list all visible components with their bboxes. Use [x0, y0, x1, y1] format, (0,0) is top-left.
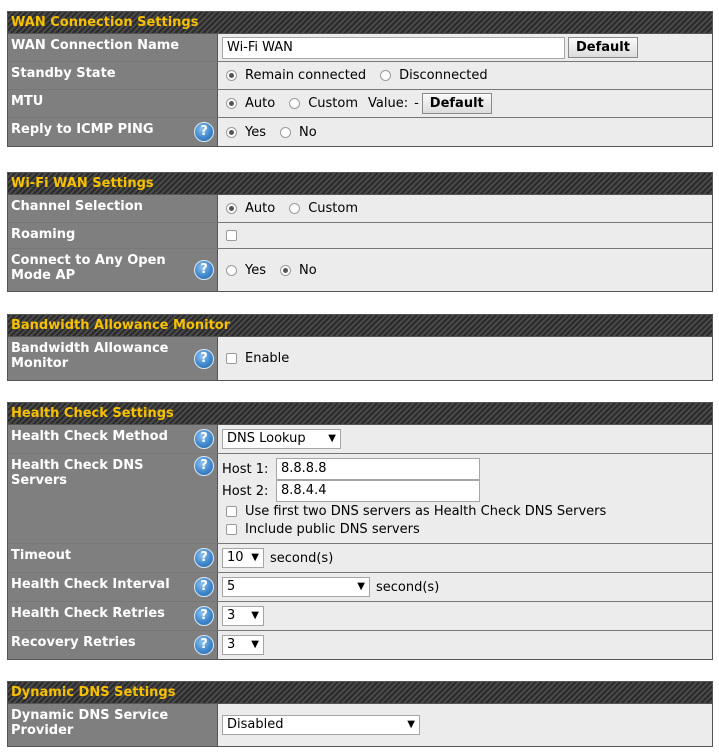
- option-label: No: [299, 124, 317, 140]
- remain-connected-radio[interactable]: [226, 70, 237, 81]
- row-label: Standby State: [8, 62, 218, 89]
- retries-select[interactable]: 3 ▼: [222, 606, 264, 626]
- option-label: Auto: [245, 201, 276, 216]
- wifi-wan-settings: Wi-Fi WAN Settings Channel Selection Aut…: [7, 172, 713, 292]
- host1-input[interactable]: 8.8.8.8: [276, 458, 480, 480]
- option-label: Custom: [308, 96, 358, 111]
- help-icon[interactable]: ?: [194, 456, 214, 476]
- chevron-down-icon: ▼: [251, 639, 259, 650]
- row-label: Timeout ?: [8, 544, 218, 572]
- section-title: Wi-Fi WAN Settings: [8, 173, 712, 195]
- row-label: Health Check Interval ?: [8, 573, 218, 601]
- option-label: Auto: [245, 96, 276, 111]
- bandwidth-allowance-monitor-section: Bandwidth Allowance Monitor Bandwidth Al…: [7, 314, 713, 381]
- chevron-down-icon: ▼: [407, 719, 415, 730]
- option-label: Remain connected: [245, 68, 367, 83]
- row-label: Health Check Retries ?: [8, 602, 218, 630]
- wan-name-input[interactable]: Wi-Fi WAN: [222, 36, 565, 59]
- host2-input[interactable]: 8.8.4.4: [276, 480, 480, 502]
- mtu-auto-radio[interactable]: [226, 98, 237, 109]
- wan-connection-settings: WAN Connection Settings WAN Connection N…: [7, 11, 713, 147]
- option-label: Yes: [245, 124, 266, 140]
- row-label: Health Check DNS Servers ?: [8, 454, 218, 543]
- row-label: Reply to ICMP PING ?: [8, 118, 218, 146]
- row-label: Recovery Retries ?: [8, 631, 218, 659]
- help-icon[interactable]: ?: [194, 577, 214, 597]
- row-label: Roaming: [8, 223, 218, 248]
- option-label: Yes: [245, 262, 266, 278]
- dynamic-dns-settings: Dynamic DNS Settings Dynamic DNS Service…: [7, 681, 713, 747]
- mtu-value: -: [414, 96, 419, 111]
- help-icon[interactable]: ?: [194, 348, 214, 369]
- help-icon[interactable]: ?: [194, 260, 214, 280]
- section-title: Dynamic DNS Settings: [8, 682, 712, 704]
- use-first-two-dns-checkbox[interactable]: [226, 505, 237, 517]
- section-title: Bandwidth Allowance Monitor: [8, 315, 712, 337]
- chevron-down-icon: ▼: [251, 610, 259, 621]
- mtu-custom-radio[interactable]: [289, 98, 301, 109]
- open-ap-yes-radio[interactable]: [226, 264, 237, 276]
- row-label: Dynamic DNS Service Provider: [8, 704, 218, 746]
- host2-label: Host 2:: [222, 483, 269, 499]
- help-icon[interactable]: ?: [194, 548, 214, 568]
- chevron-down-icon: ▼: [328, 433, 336, 444]
- chevron-down-icon: ▼: [251, 552, 259, 563]
- row-label: Bandwidth Allowance Monitor ?: [8, 337, 218, 380]
- mtu-default-button[interactable]: Default: [421, 93, 492, 114]
- help-icon[interactable]: ?: [194, 429, 214, 449]
- bandwidth-enable-checkbox[interactable]: [226, 353, 237, 364]
- row-label: Channel Selection: [8, 195, 218, 222]
- option-label: No: [299, 262, 317, 278]
- seconds-label: second(s): [270, 550, 334, 566]
- row-label: MTU: [8, 90, 218, 117]
- default-button[interactable]: Default: [568, 37, 638, 58]
- icmp-no-radio[interactable]: [280, 126, 291, 138]
- health-check-settings: Health Check Settings Health Check Metho…: [7, 402, 713, 660]
- help-icon[interactable]: ?: [194, 606, 214, 626]
- icmp-yes-radio[interactable]: [226, 126, 237, 138]
- row-label: Connect to Any Open Mode AP ?: [8, 249, 218, 291]
- seconds-label: second(s): [376, 579, 440, 595]
- chevron-down-icon: ▼: [357, 581, 365, 592]
- section-title: WAN Connection Settings: [8, 12, 712, 34]
- channel-custom-radio[interactable]: [289, 203, 301, 214]
- host1-label: Host 1:: [222, 461, 269, 477]
- row-label: Health Check Method ?: [8, 425, 218, 453]
- option-label: Custom: [308, 201, 358, 216]
- help-icon[interactable]: ?: [194, 635, 214, 655]
- option-label: Include public DNS servers: [245, 522, 420, 538]
- option-label: Disconnected: [399, 68, 488, 83]
- health-check-method-select[interactable]: DNS Lookup ▼: [222, 429, 341, 449]
- row-label: WAN Connection Name: [8, 34, 218, 61]
- disconnected-radio[interactable]: [380, 70, 392, 81]
- help-icon[interactable]: ?: [194, 122, 214, 142]
- ddns-provider-select[interactable]: Disabled ▼: [222, 715, 420, 735]
- roaming-checkbox[interactable]: [226, 230, 237, 241]
- include-public-dns-checkbox[interactable]: [226, 524, 237, 536]
- mtu-value-label: Value:: [368, 96, 409, 111]
- option-label: Enable: [245, 351, 290, 366]
- channel-auto-radio[interactable]: [226, 203, 237, 214]
- interval-select[interactable]: 5 ▼: [222, 577, 370, 597]
- open-ap-no-radio[interactable]: [280, 264, 291, 276]
- recovery-retries-select[interactable]: 3 ▼: [222, 635, 264, 655]
- option-label: Use first two DNS servers as Health Chec…: [245, 503, 607, 519]
- timeout-select[interactable]: 10 ▼: [222, 548, 264, 568]
- section-title: Health Check Settings: [8, 403, 712, 425]
